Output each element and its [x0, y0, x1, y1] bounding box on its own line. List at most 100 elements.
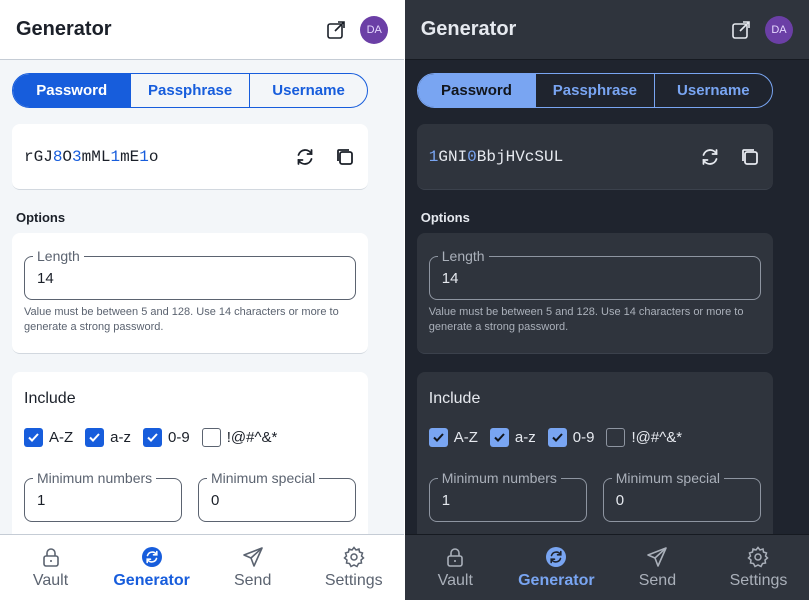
check-icon	[24, 428, 43, 447]
gear-icon	[343, 545, 365, 568]
nav-label: Send	[638, 571, 677, 589]
password-chars: rGJ	[24, 147, 53, 166]
regenerate-icon[interactable]	[699, 146, 721, 168]
avatar[interactable]: DA	[360, 15, 389, 44]
min-special-label: Minimum special	[207, 470, 320, 486]
generator-type-tabs: Password Passphrase Username	[12, 73, 369, 108]
checkbox-numbers[interactable]: 0-9	[547, 428, 595, 447]
checkbox-uppercase[interactable]: A-Z	[428, 428, 478, 447]
min-special-input[interactable]: Minimum special 0	[602, 470, 761, 522]
generated-password: rGJ8O3mML1mE1o	[24, 148, 276, 166]
send-icon	[242, 546, 263, 567]
checkbox-numbers[interactable]: 0-9	[143, 428, 190, 447]
header: Generator DA	[404, 0, 809, 60]
check-icon	[85, 428, 105, 447]
page-title: Generator	[16, 18, 112, 40]
gear-icon	[747, 545, 770, 568]
include-heading: Include	[428, 390, 481, 407]
password-chars: GNI	[438, 147, 468, 166]
checkbox-lowercase[interactable]: a-z	[489, 428, 536, 447]
nav-label: Generator	[113, 571, 190, 589]
nav-vault[interactable]: Vault	[405, 535, 506, 600]
length-value: 14	[37, 269, 54, 287]
copy-icon[interactable]	[739, 146, 761, 168]
regenerate-icon[interactable]	[294, 146, 316, 168]
nav-label: Vault	[437, 571, 473, 589]
check-icon	[143, 428, 163, 447]
tab-passphrase[interactable]: Passphrase	[535, 74, 653, 107]
tab-passphrase[interactable]: Passphrase	[130, 74, 248, 107]
generated-password: 1GNI0BbjHVcSUL	[429, 148, 681, 166]
length-hint: Value must be between 5 and 128. Use 14 …	[428, 306, 744, 333]
check-icon	[489, 428, 509, 447]
generated-password-card: rGJ8O3mML1mE1o	[12, 124, 369, 190]
check-icon	[428, 428, 448, 447]
checkbox-label: a-z	[110, 429, 132, 446]
options-heading: Options	[420, 210, 470, 225]
length-input[interactable]: Length 14	[24, 248, 357, 300]
nav-generator[interactable]: Generator	[101, 535, 202, 600]
generator-icon	[546, 546, 567, 567]
unchecked-box	[606, 428, 626, 447]
length-hint: Value must be between 5 and 128. Use 14 …	[24, 306, 339, 333]
nav-settings[interactable]: Settings	[708, 535, 809, 600]
send-icon	[647, 546, 668, 567]
nav-send[interactable]: Send	[202, 535, 303, 600]
tab-password[interactable]: Password	[417, 74, 536, 107]
nav-settings[interactable]: Settings	[303, 535, 404, 600]
length-label: Length	[33, 248, 84, 264]
password-digit: 3	[72, 147, 82, 166]
checkbox-label: a-z	[514, 429, 536, 446]
checkbox-label: A-Z	[49, 429, 74, 446]
nav-label: Send	[233, 571, 272, 589]
password-chars: O	[62, 147, 73, 166]
nav-send[interactable]: Send	[607, 535, 708, 600]
checkbox-label: 0-9	[572, 429, 595, 446]
bottom-nav: Vault Generator Send Settings	[404, 534, 809, 600]
min-numbers-value: 1	[441, 491, 451, 509]
checkbox-label: !@#^&*	[226, 429, 278, 446]
min-numbers-input[interactable]: Minimum numbers 1	[24, 470, 182, 522]
checkbox-label: !@#^&*	[631, 429, 683, 446]
length-input[interactable]: Length 14	[428, 248, 761, 300]
checkbox-special[interactable]: !@#^&*	[606, 428, 682, 447]
min-special-value: 0	[211, 491, 220, 509]
checkbox-label: A-Z	[453, 429, 478, 446]
tab-password[interactable]: Password	[13, 74, 131, 107]
light-theme-panel: Generator DA Password Passphrase Usernam…	[0, 0, 405, 600]
nav-vault[interactable]: Vault	[0, 535, 101, 600]
lock-icon	[42, 547, 59, 567]
generator-icon	[141, 546, 162, 567]
length-label: Length	[437, 248, 489, 264]
copy-icon[interactable]	[334, 146, 356, 168]
nav-label: Settings	[324, 571, 383, 589]
nav-label: Generator	[518, 571, 595, 589]
password-digit: 1	[110, 147, 121, 166]
checkbox-label: 0-9	[168, 429, 190, 446]
unchecked-box	[201, 428, 221, 447]
min-numbers-value: 1	[37, 491, 46, 509]
avatar[interactable]: DA	[765, 15, 793, 44]
include-checkboxes: A-Z a-z 0-9 !@#^&*	[428, 428, 694, 447]
length-card: Length 14 Value must be between 5 and 12…	[416, 233, 773, 354]
generated-password-card: 1GNI0BbjHVcSUL	[416, 124, 773, 190]
min-special-value: 0	[615, 491, 625, 509]
tab-username[interactable]: Username	[248, 74, 367, 107]
checkbox-uppercase[interactable]: A-Z	[24, 428, 73, 447]
password-chars: o	[148, 147, 159, 166]
include-heading: Include	[24, 390, 76, 407]
bottom-nav: Vault Generator Send Settings	[0, 534, 405, 600]
pop-out-icon[interactable]	[731, 20, 751, 40]
checkbox-special[interactable]: !@#^&*	[201, 428, 278, 447]
checkbox-lowercase[interactable]: a-z	[85, 428, 131, 447]
options-heading: Options	[16, 210, 66, 225]
password-digit: 1	[428, 147, 439, 166]
min-numbers-input[interactable]: Minimum numbers 1	[428, 470, 587, 522]
dark-theme-panel: Generator DA Password Passphrase Usernam…	[404, 0, 809, 600]
min-special-input[interactable]: Minimum special 0	[198, 470, 356, 522]
tab-username[interactable]: Username	[653, 74, 772, 107]
nav-generator[interactable]: Generator	[506, 535, 607, 600]
pop-out-icon[interactable]	[326, 20, 346, 40]
password-chars: mE	[120, 147, 140, 166]
password-digit: 8	[52, 147, 63, 166]
